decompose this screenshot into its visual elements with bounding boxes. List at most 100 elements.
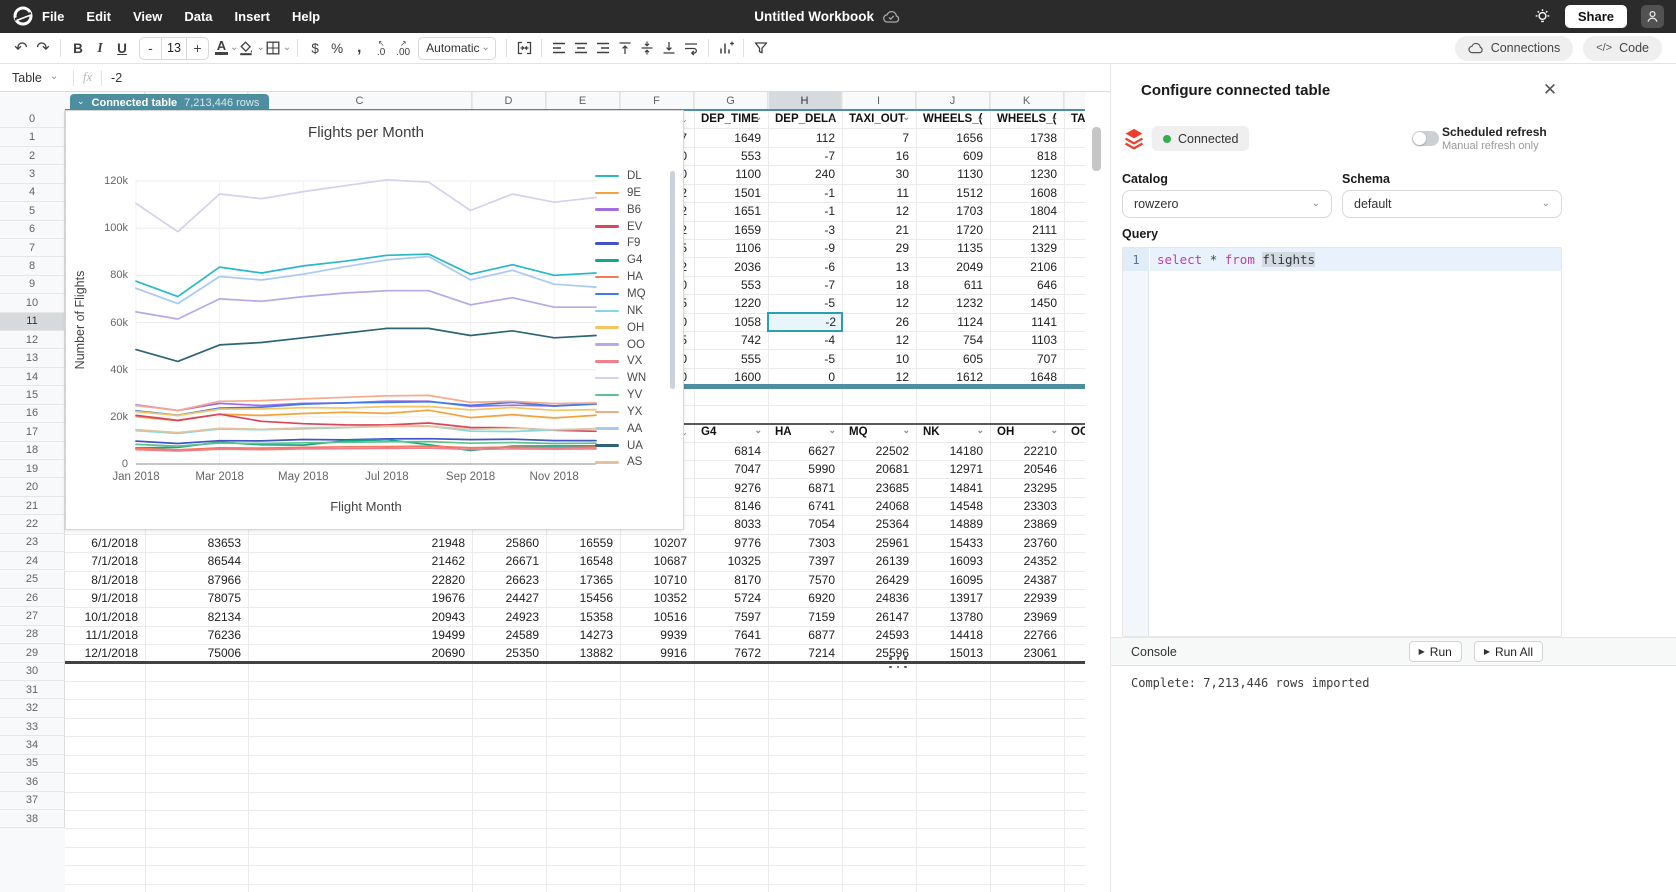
table-column-header[interactable]: DEP_DELA⌄ [768,111,842,128]
row-header-25[interactable]: 25 [0,571,65,589]
t2handle[interactable] [888,655,908,670]
align-left-button[interactable] [548,36,570,60]
sort-chevron-icon[interactable]: ⌄ [976,112,984,123]
row-header-5[interactable]: 5 [0,202,65,220]
cell[interactable]: 22502 [842,442,916,459]
sort-chevron-icon[interactable]: ⌄ [828,425,836,436]
vertical-align-top-button[interactable] [614,36,636,60]
sort-chevron-icon[interactable]: ⌄ [754,425,762,436]
row-header-37[interactable]: 37 [0,792,65,810]
row-header-35[interactable]: 35 [0,755,65,773]
cell[interactable]: 9939 [620,626,694,643]
scheduled-refresh-toggle[interactable] [1412,131,1439,146]
cell[interactable]: 10 [842,350,916,367]
cell[interactable]: 1130 [916,166,990,183]
row-header-8[interactable]: 8 [0,257,65,275]
table-column-header[interactable]: OH⌄ [990,424,1064,441]
percent-format-button[interactable]: % [326,36,348,60]
cell[interactable]: 15433 [916,534,990,551]
cell[interactable]: 1135 [916,239,990,256]
schema-select[interactable]: default⌄ [1342,190,1562,218]
cell[interactable]: 13 [842,258,916,275]
cell[interactable]: 1450 [990,295,1064,312]
row-header-4[interactable]: 4 [0,184,65,202]
cell[interactable]: 611 [916,276,990,293]
cell[interactable]: 23869 [990,516,1064,533]
cell[interactable]: 26139 [842,553,916,570]
chart-card[interactable]: Flights per Month Number of Flights Flig… [65,110,684,530]
cell[interactable]: 7672 [694,645,768,662]
cell[interactable]: 20546 [990,460,1064,477]
cell[interactable]: 30 [842,166,916,183]
user-avatar[interactable] [1641,5,1664,28]
row-header-32[interactable]: 32 [0,699,65,717]
cell[interactable]: 86544 [145,553,248,570]
table-column-header[interactable]: G4⌄ [694,424,768,441]
cell[interactable]: 7054 [768,516,842,533]
row-header-34[interactable]: 34 [0,736,65,754]
run-button[interactable]: ▶ Run [1409,641,1462,662]
cell[interactable]: 707 [990,350,1064,367]
cell[interactable]: 15358 [546,608,620,625]
row-header-13[interactable]: 13 [0,349,65,367]
cell[interactable]: 12 [842,203,916,220]
cell[interactable]: 754 [916,332,990,349]
cell[interactable]: 1608 [990,184,1064,201]
row-header-31[interactable]: 31 [0,681,65,699]
cell[interactable]: 16559 [546,534,620,551]
cell[interactable]: 1651 [694,203,768,220]
column-header-I[interactable]: I [842,92,916,110]
column-header-F[interactable]: F [620,92,694,110]
formula-input[interactable]: -2 [111,71,122,85]
legend-scrollbar[interactable] [670,171,675,389]
cell[interactable]: 7570 [768,571,842,588]
cell[interactable]: 112 [768,129,842,146]
cell[interactable]: -3 [768,221,842,238]
text-wrap-button[interactable] [680,36,702,60]
cell[interactable]: 87966 [145,571,248,588]
theme-toggle-icon[interactable] [1534,8,1551,25]
column-header-E[interactable]: E [546,92,620,110]
font-size-value[interactable]: 13 [161,37,187,60]
connected-table-badge[interactable]: ⌄ Connected table 7,213,446 rows [70,94,269,111]
menu-insert[interactable]: Insert [235,9,270,24]
cell[interactable]: 1804 [990,203,1064,220]
workbook-title[interactable]: Untitled Workbook [754,9,874,24]
row-header-26[interactable]: 26 [0,589,65,607]
table-column-header[interactable]: HA⌄ [768,424,842,441]
cell[interactable]: 9776 [694,534,768,551]
run-all-button[interactable]: ▶ Run All [1474,641,1543,662]
row-header-20[interactable]: 20 [0,478,65,496]
name-box-dropdown[interactable]: Table⌄ [12,71,64,85]
cell[interactable]: 1100 [694,166,768,183]
cell[interactable]: 2049 [916,258,990,275]
cell[interactable]: 16 [842,147,916,164]
menu-help[interactable]: Help [292,9,320,24]
cell[interactable]: 7214 [768,645,842,662]
cell[interactable]: 5990 [768,460,842,477]
italic-button[interactable]: I [89,36,111,60]
cell[interactable]: 2111 [990,221,1064,238]
table-column-header[interactable]: DEP_TIME⌄ [694,111,768,128]
borders-button[interactable]: ⌄ [265,36,291,60]
row-header-28[interactable]: 28 [0,626,65,644]
cell[interactable]: 13780 [916,608,990,625]
table-column-header[interactable]: MQ⌄ [842,424,916,441]
cell[interactable]: 26623 [472,571,546,588]
merge-cells-button[interactable] [513,36,535,60]
column-header-J[interactable]: J [916,92,990,110]
number-format-select[interactable]: Automatic⌄ [418,37,496,60]
cell[interactable]: 1106 [694,239,768,256]
cell[interactable]: 26 [842,313,916,330]
cell[interactable]: 553 [694,276,768,293]
cell[interactable]: 25350 [472,645,546,662]
cell[interactable]: 14889 [916,516,990,533]
cell[interactable]: 19676 [248,589,472,606]
column-header-C[interactable]: C [248,92,472,110]
cell[interactable]: 22939 [990,589,1064,606]
cell[interactable]: 15456 [546,589,620,606]
cell[interactable]: 2036 [694,258,768,275]
cell[interactable]: 8146 [694,497,768,514]
cell[interactable]: 1103 [990,332,1064,349]
cell[interactable]: 1058 [694,313,768,330]
